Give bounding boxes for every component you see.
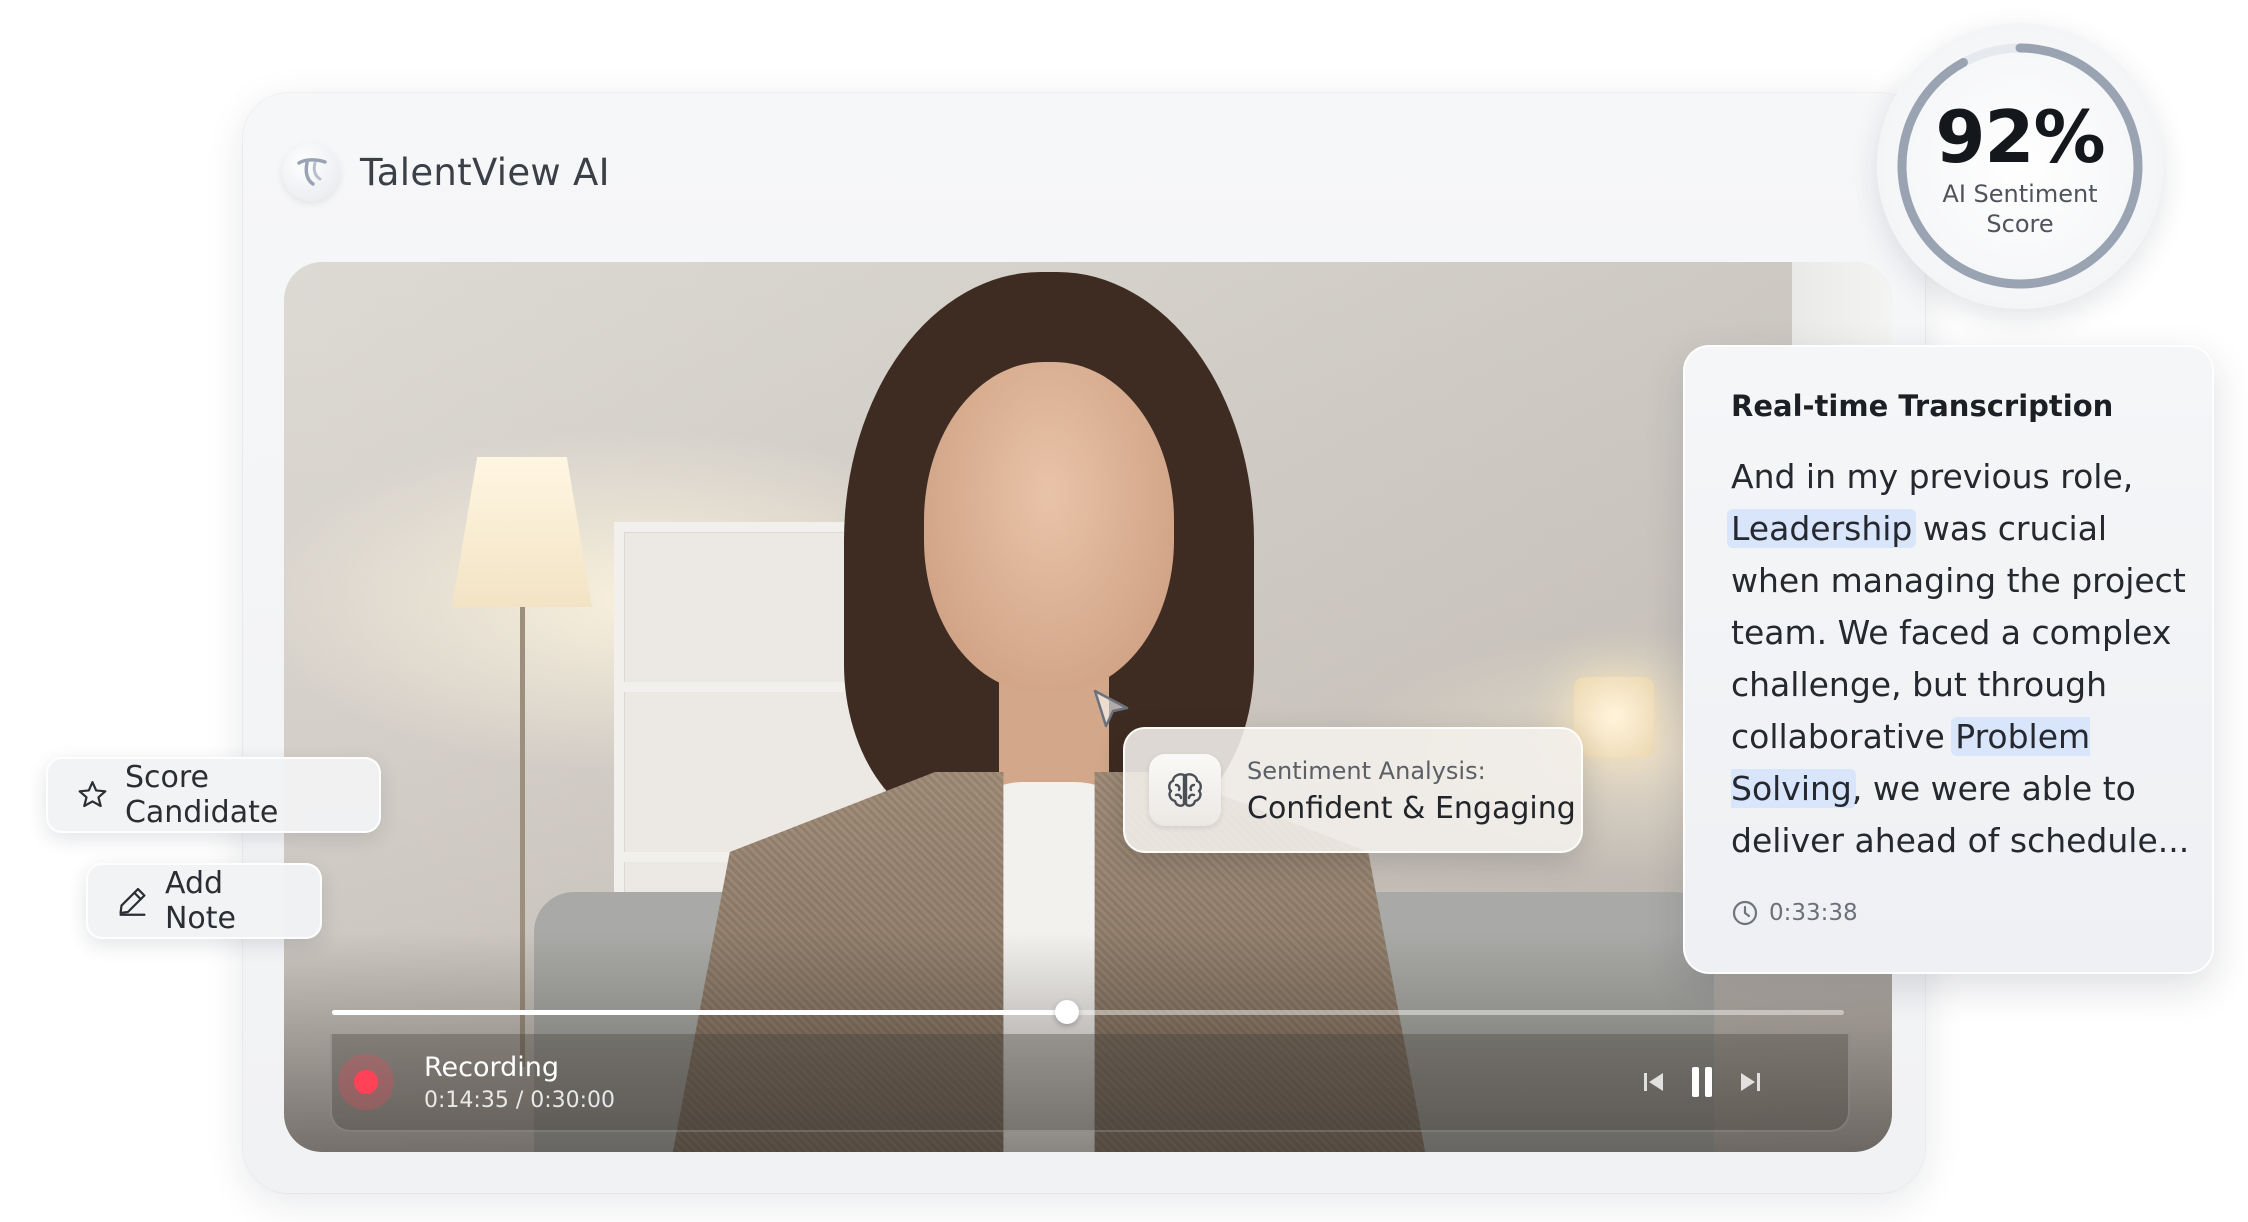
cursor-icon <box>1092 688 1132 736</box>
transcription-title: Real-time Transcription <box>1731 389 2114 423</box>
app-title: TalentView AI <box>360 150 610 194</box>
transcription-text: And in my previous role, Leadership was … <box>1727 451 2201 867</box>
add-note-button[interactable]: Add Note <box>86 863 322 939</box>
recording-indicator-icon <box>338 1054 394 1110</box>
video-player[interactable]: Recording 0:14:35 / 0:30:00 <box>284 262 1892 1152</box>
skip-forward-icon <box>1741 1073 1760 1091</box>
star-icon <box>78 781 107 808</box>
progress-thumb[interactable] <box>1054 1000 1079 1024</box>
candidate-face <box>924 362 1174 692</box>
pause-icon <box>1692 1067 1712 1097</box>
transcription-panel: Real-time Transcription And in my previo… <box>1683 345 2214 974</box>
control-bar: Recording 0:14:35 / 0:30:00 <box>330 1034 1850 1132</box>
timestamp-value: 0:33:38 <box>1769 900 1858 926</box>
brand-header: TalentView AI <box>282 142 610 202</box>
brand-logo-icon <box>282 143 340 201</box>
sentiment-value: Confident & Engaging <box>1247 791 1576 826</box>
recording-status: Recording <box>424 1052 560 1083</box>
brain-icon <box>1149 754 1221 826</box>
current-time: 0:14:35 <box>424 1088 509 1113</box>
transcript-segment: And in my previous role, <box>1731 457 2134 496</box>
progress-fill <box>332 1010 1067 1015</box>
total-time: 0:30:00 <box>530 1088 616 1113</box>
score-candidate-button[interactable]: Score Candidate <box>46 757 381 833</box>
sentiment-score-widget: 92% AI Sentiment Score <box>1877 23 2163 309</box>
sentiment-label: Sentiment Analysis: <box>1247 757 1486 785</box>
pencil-icon <box>119 887 146 916</box>
video-table-lamp <box>1574 677 1654 757</box>
time-separator: / <box>515 1088 524 1113</box>
sentiment-card: Sentiment Analysis: Confident & Engaging <box>1123 727 1583 853</box>
playback-time: 0:14:35 / 0:30:00 <box>424 1088 615 1113</box>
clock-icon <box>1732 900 1758 926</box>
score-label: AI Sentiment Score <box>1942 180 2098 238</box>
transcription-timestamp: 0:33:38 <box>1731 899 1858 927</box>
score-value: 92% <box>1935 95 2105 179</box>
add-note-label: Add Note <box>164 866 236 936</box>
score-candidate-label: Score Candidate <box>124 760 279 830</box>
transcript-keyword: Leadership <box>1727 509 1917 548</box>
skip-forward-button[interactable] <box>1722 1054 1778 1110</box>
progress-bar[interactable] <box>332 1000 1844 1024</box>
skip-back-icon <box>1644 1073 1663 1091</box>
